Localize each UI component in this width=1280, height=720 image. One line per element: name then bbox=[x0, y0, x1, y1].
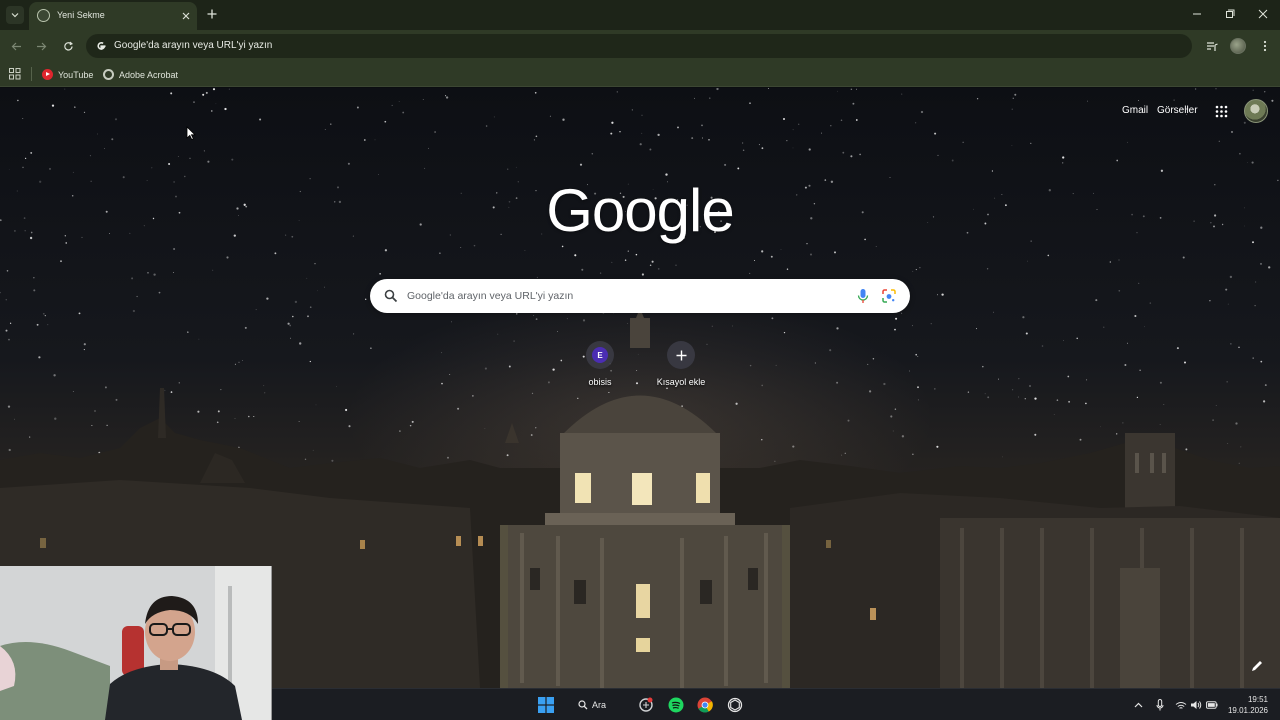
microphone-icon bbox=[1156, 699, 1164, 711]
new-tab-button[interactable] bbox=[204, 6, 220, 22]
adobe-acrobat-icon bbox=[103, 69, 114, 80]
close-icon bbox=[1258, 9, 1268, 19]
plus-icon bbox=[207, 9, 217, 19]
tray-wifi[interactable] bbox=[1175, 698, 1187, 712]
reload-icon bbox=[63, 41, 73, 51]
tab-title: Yeni Sekme bbox=[57, 10, 105, 20]
tab-new-tab[interactable]: Yeni Sekme bbox=[29, 2, 197, 30]
shortcut-tile bbox=[667, 341, 695, 369]
search-placeholder: Google'da arayın veya URL'yi yazın bbox=[407, 290, 574, 302]
pencil-icon[interactable] bbox=[1249, 658, 1265, 674]
chatgpt-icon bbox=[639, 697, 653, 712]
chrome-favicon-icon bbox=[37, 9, 50, 22]
address-bar-text: Google'da arayın veya URL'yi yazın bbox=[114, 40, 273, 51]
mouse-cursor-icon bbox=[186, 126, 196, 140]
back-button[interactable] bbox=[8, 38, 24, 54]
search-icon bbox=[384, 289, 398, 303]
close-icon bbox=[182, 12, 189, 19]
taskbar-app-chrome[interactable] bbox=[696, 696, 714, 714]
google-logo: Google bbox=[546, 177, 734, 244]
browser-menu-button[interactable] bbox=[1257, 38, 1273, 54]
shortcut-tile: E bbox=[586, 341, 614, 369]
wifi-icon bbox=[1175, 701, 1187, 709]
microphone-icon[interactable] bbox=[856, 288, 870, 304]
forward-button[interactable] bbox=[33, 38, 49, 54]
spotify-icon bbox=[668, 697, 684, 713]
tray-battery[interactable] bbox=[1206, 698, 1218, 712]
close-window-button[interactable] bbox=[1255, 6, 1271, 22]
tray-microphone[interactable] bbox=[1154, 698, 1166, 712]
bookmark-youtube[interactable]: YouTube bbox=[42, 66, 93, 83]
shortcut-favicon: E bbox=[592, 347, 608, 363]
playlist-icon bbox=[1207, 41, 1218, 51]
search-box[interactable]: Google'da arayın veya URL'yi yazın bbox=[370, 279, 910, 313]
youtube-icon bbox=[42, 69, 53, 80]
windows-start-button[interactable] bbox=[537, 696, 555, 714]
battery-icon bbox=[1206, 701, 1218, 709]
windows-taskbar: Ara 19:51 19.01.2026 bbox=[272, 688, 1280, 720]
address-bar[interactable]: Google'da arayın veya URL'yi yazın bbox=[86, 34, 1192, 58]
chrome-icon bbox=[697, 697, 713, 713]
taskbar-app-chatgpt[interactable] bbox=[637, 696, 655, 714]
gmail-link[interactable]: Gmail bbox=[1122, 105, 1148, 116]
google-g-icon bbox=[94, 39, 108, 53]
shortcut-label: Kısayol ekle bbox=[656, 377, 706, 387]
more-vert-icon bbox=[1263, 40, 1267, 52]
bookmark-label: YouTube bbox=[58, 69, 94, 80]
minimize-button[interactable] bbox=[1189, 6, 1205, 22]
reload-button[interactable] bbox=[60, 38, 76, 54]
bookmarks-bar: YouTube Adobe Acrobat bbox=[0, 62, 1280, 87]
volume-icon bbox=[1191, 701, 1202, 709]
apps-grid-icon[interactable] bbox=[9, 68, 21, 80]
shortcut-obisis[interactable]: E obisis bbox=[560, 341, 640, 387]
chevron-down-icon bbox=[11, 13, 19, 18]
restore-icon bbox=[1226, 9, 1235, 18]
google-apps-icon[interactable] bbox=[1215, 105, 1228, 118]
search-icon bbox=[578, 700, 588, 710]
tab-search-button[interactable] bbox=[6, 6, 24, 24]
taskbar-search-label: Ara bbox=[592, 700, 607, 710]
windows-start-icon bbox=[538, 697, 554, 713]
browser-toolbar: Google'da arayın veya URL'yi yazın bbox=[0, 30, 1280, 62]
bookmark-adobe-acrobat[interactable]: Adobe Acrobat bbox=[103, 66, 178, 83]
media-controls-button[interactable] bbox=[1204, 38, 1220, 54]
tray-overflow-button[interactable] bbox=[1132, 698, 1144, 712]
tab-close-button[interactable] bbox=[179, 9, 192, 22]
arrow-right-icon bbox=[36, 42, 46, 50]
taskbar-app-spotify[interactable] bbox=[667, 696, 685, 714]
clock-date: 19.01.2026 bbox=[1227, 706, 1268, 715]
add-shortcut-button[interactable]: Kısayol ekle bbox=[641, 341, 721, 387]
plus-icon bbox=[676, 350, 686, 360]
google-lens-icon[interactable] bbox=[881, 288, 897, 304]
tab-strip: Yeni Sekme bbox=[0, 0, 1280, 30]
clock-time: 19:51 bbox=[1247, 695, 1268, 704]
openai-icon bbox=[727, 697, 743, 713]
shortcut-label: obisis bbox=[588, 377, 612, 387]
bookmarks-separator bbox=[31, 67, 32, 81]
taskbar-search-button[interactable]: Ara bbox=[578, 696, 606, 714]
taskbar-clock[interactable]: 19:51 19.01.2026 bbox=[1222, 694, 1268, 716]
account-avatar[interactable] bbox=[1244, 99, 1268, 123]
tray-volume[interactable] bbox=[1190, 698, 1202, 712]
images-link[interactable]: Görseller bbox=[1157, 105, 1198, 116]
taskbar-app-openai[interactable] bbox=[726, 696, 744, 714]
bookmark-label: Adobe Acrobat bbox=[119, 69, 179, 80]
minimize-icon bbox=[1193, 13, 1201, 15]
restore-button[interactable] bbox=[1222, 6, 1238, 22]
webcam-person-image bbox=[0, 566, 271, 720]
chevron-up-icon bbox=[1134, 702, 1142, 708]
arrow-left-icon bbox=[11, 42, 21, 50]
profile-avatar[interactable] bbox=[1230, 38, 1246, 54]
webcam-overlay bbox=[0, 566, 272, 720]
